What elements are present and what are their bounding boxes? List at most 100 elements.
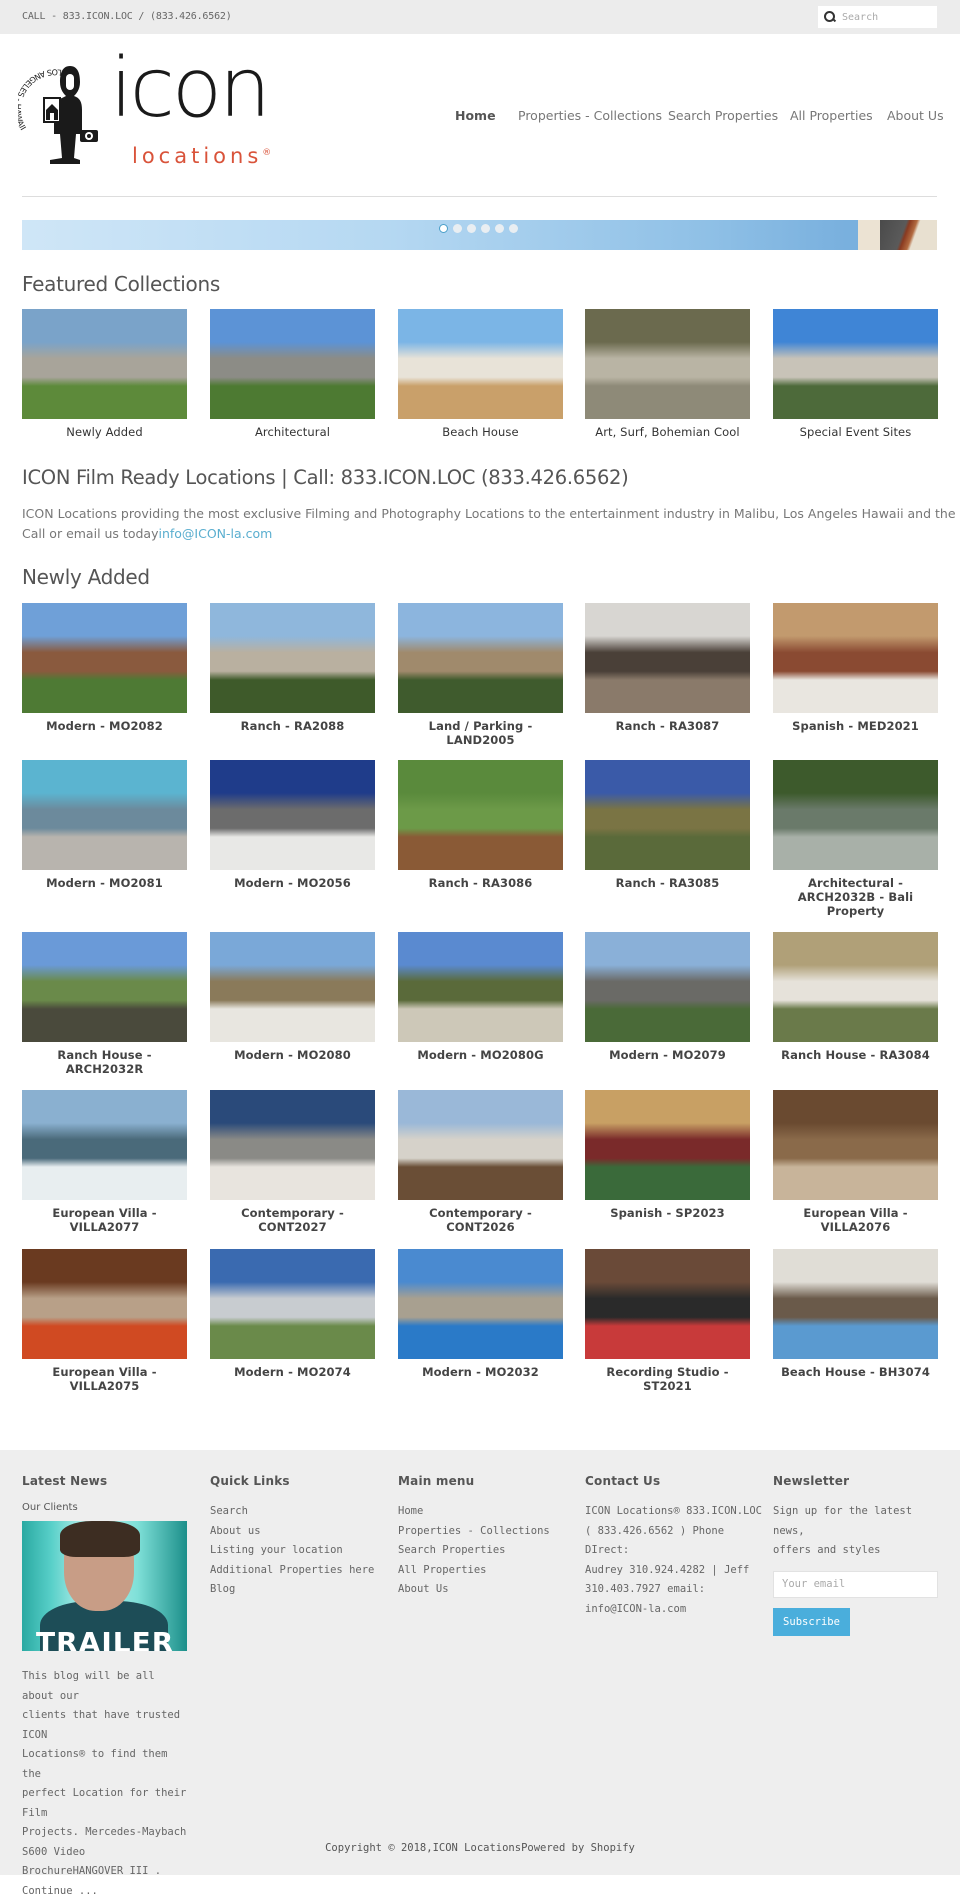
featured-caption[interactable]: Newly Added xyxy=(22,425,187,439)
main-menu-link[interactable]: About Us xyxy=(398,1580,568,1600)
property-item[interactable]: Modern - MO2082 xyxy=(22,603,187,733)
property-item[interactable]: Modern - MO2081 xyxy=(22,760,187,890)
property-caption[interactable]: Ranch House - ARCH2032R xyxy=(22,1048,187,1076)
property-thumbnail[interactable] xyxy=(773,932,938,1042)
property-item[interactable]: Ranch - RA3085 xyxy=(585,760,750,890)
property-caption[interactable]: Contemporary - CONT2027 xyxy=(210,1206,375,1234)
property-caption[interactable]: Spanish - SP2023 xyxy=(585,1206,750,1220)
property-thumbnail[interactable] xyxy=(773,760,938,870)
featured-caption[interactable]: Architectural xyxy=(210,425,375,439)
property-item[interactable]: Ranch - RA2088 xyxy=(210,603,375,733)
property-item[interactable]: Modern - MO2074 xyxy=(210,1249,375,1379)
property-item[interactable]: Recording Studio - ST2021 xyxy=(585,1249,750,1393)
search-input[interactable] xyxy=(842,12,932,23)
property-thumbnail[interactable] xyxy=(22,1249,187,1359)
property-thumbnail[interactable] xyxy=(585,760,750,870)
property-thumbnail[interactable] xyxy=(210,932,375,1042)
property-thumbnail[interactable] xyxy=(773,603,938,713)
property-thumbnail[interactable] xyxy=(210,760,375,870)
quick-link[interactable]: Search xyxy=(210,1502,380,1522)
slider-dot[interactable] xyxy=(495,224,504,233)
property-caption[interactable]: Recording Studio - ST2021 xyxy=(585,1365,750,1393)
quick-link[interactable]: Additional Properties here xyxy=(210,1561,380,1581)
nav-about-us[interactable]: About Us xyxy=(887,108,944,123)
featured-caption[interactable]: Art, Surf, Bohemian Cool xyxy=(585,425,750,439)
property-caption[interactable]: Ranch - RA3085 xyxy=(585,876,750,890)
property-thumbnail[interactable] xyxy=(22,760,187,870)
property-thumbnail[interactable] xyxy=(398,1249,563,1359)
property-caption[interactable]: European Villa - VILLA2076 xyxy=(773,1206,938,1234)
property-caption[interactable]: Contemporary - CONT2026 xyxy=(398,1206,563,1234)
property-caption[interactable]: Ranch House - RA3084 xyxy=(773,1048,938,1062)
property-caption[interactable]: Modern - MO2080 xyxy=(210,1048,375,1062)
property-thumbnail[interactable] xyxy=(773,1090,938,1200)
newsletter-email-input[interactable] xyxy=(773,1571,938,1598)
featured-item[interactable]: Beach House xyxy=(398,309,563,439)
property-caption[interactable]: Modern - MO2082 xyxy=(22,719,187,733)
main-menu-link[interactable]: All Properties xyxy=(398,1561,568,1581)
property-caption[interactable]: Architectural - ARCH2032B - Bali Propert… xyxy=(773,876,938,918)
nav-properties-collections[interactable]: Properties - Collections xyxy=(518,108,662,123)
property-caption[interactable]: Beach House - BH3074 xyxy=(773,1365,938,1379)
property-item[interactable]: European Villa - VILLA2075 xyxy=(22,1249,187,1393)
property-thumbnail[interactable] xyxy=(585,309,750,419)
property-thumbnail[interactable] xyxy=(585,1090,750,1200)
property-caption[interactable]: Modern - MO2079 xyxy=(585,1048,750,1062)
slider-dot[interactable] xyxy=(509,224,518,233)
property-item[interactable]: Modern - MO2080 xyxy=(210,932,375,1062)
news-post-title[interactable]: Our Clients xyxy=(22,1502,192,1513)
property-caption[interactable]: Modern - MO2056 xyxy=(210,876,375,890)
main-menu-link[interactable]: Properties - Collections xyxy=(398,1522,568,1542)
slider-dot[interactable] xyxy=(467,224,476,233)
property-thumbnail[interactable] xyxy=(22,1090,187,1200)
nav-search-properties[interactable]: Search Properties xyxy=(668,108,778,123)
property-thumbnail[interactable] xyxy=(773,1249,938,1359)
property-thumbnail[interactable] xyxy=(585,932,750,1042)
property-caption[interactable]: European Villa - VILLA2077 xyxy=(22,1206,187,1234)
main-menu-link[interactable]: Home xyxy=(398,1502,568,1522)
property-item[interactable]: Ranch House - ARCH2032R xyxy=(22,932,187,1076)
property-thumbnail[interactable] xyxy=(398,603,563,713)
nav-home[interactable]: Home xyxy=(455,108,496,123)
property-caption[interactable]: Modern - MO2081 xyxy=(22,876,187,890)
property-item[interactable]: Modern - MO2079 xyxy=(585,932,750,1062)
property-thumbnail[interactable] xyxy=(585,603,750,713)
property-thumbnail[interactable] xyxy=(398,1090,563,1200)
nav-all-properties[interactable]: All Properties xyxy=(790,108,873,123)
property-item[interactable]: Modern - MO2032 xyxy=(398,1249,563,1379)
property-caption[interactable]: Land / Parking - LAND2005 xyxy=(398,719,563,747)
featured-caption[interactable]: Beach House xyxy=(398,425,563,439)
property-item[interactable]: European Villa - VILLA2077 xyxy=(22,1090,187,1234)
property-thumbnail[interactable] xyxy=(22,932,187,1042)
featured-item[interactable]: Architectural xyxy=(210,309,375,439)
property-thumbnail[interactable] xyxy=(210,309,375,419)
property-item[interactable]: Ranch - RA3086 xyxy=(398,760,563,890)
property-thumbnail[interactable] xyxy=(398,309,563,419)
continue-link[interactable]: Continue ... xyxy=(22,1882,192,1901)
property-caption[interactable]: European Villa - VILLA2075 xyxy=(22,1365,187,1393)
property-item[interactable]: Modern - MO2056 xyxy=(210,760,375,890)
slider-dot[interactable] xyxy=(481,224,490,233)
property-item[interactable]: European Villa - VILLA2076 xyxy=(773,1090,938,1234)
property-thumbnail[interactable] xyxy=(210,1090,375,1200)
property-thumbnail[interactable] xyxy=(585,1249,750,1359)
property-thumbnail[interactable] xyxy=(22,603,187,713)
featured-item[interactable]: Special Event Sites xyxy=(773,309,938,439)
property-caption[interactable]: Modern - MO2080G xyxy=(398,1048,563,1062)
property-caption[interactable]: Modern - MO2074 xyxy=(210,1365,375,1379)
property-thumbnail[interactable] xyxy=(22,309,187,419)
property-item[interactable]: Land / Parking - LAND2005 xyxy=(398,603,563,747)
intro-email-link[interactable]: info@ICON-la.com xyxy=(158,526,272,541)
property-caption[interactable]: Spanish - MED2021 xyxy=(773,719,938,733)
property-item[interactable]: Contemporary - CONT2027 xyxy=(210,1090,375,1234)
property-item[interactable]: Beach House - BH3074 xyxy=(773,1249,938,1379)
property-caption[interactable]: Ranch - RA3086 xyxy=(398,876,563,890)
property-thumbnail[interactable] xyxy=(398,760,563,870)
subscribe-button[interactable]: Subscribe xyxy=(773,1608,850,1636)
property-thumbnail[interactable] xyxy=(210,603,375,713)
property-caption[interactable]: Ranch - RA2088 xyxy=(210,719,375,733)
property-thumbnail[interactable] xyxy=(773,309,938,419)
property-thumbnail[interactable] xyxy=(398,932,563,1042)
property-item[interactable]: Spanish - MED2021 xyxy=(773,603,938,733)
property-caption[interactable]: Ranch - RA3087 xyxy=(585,719,750,733)
